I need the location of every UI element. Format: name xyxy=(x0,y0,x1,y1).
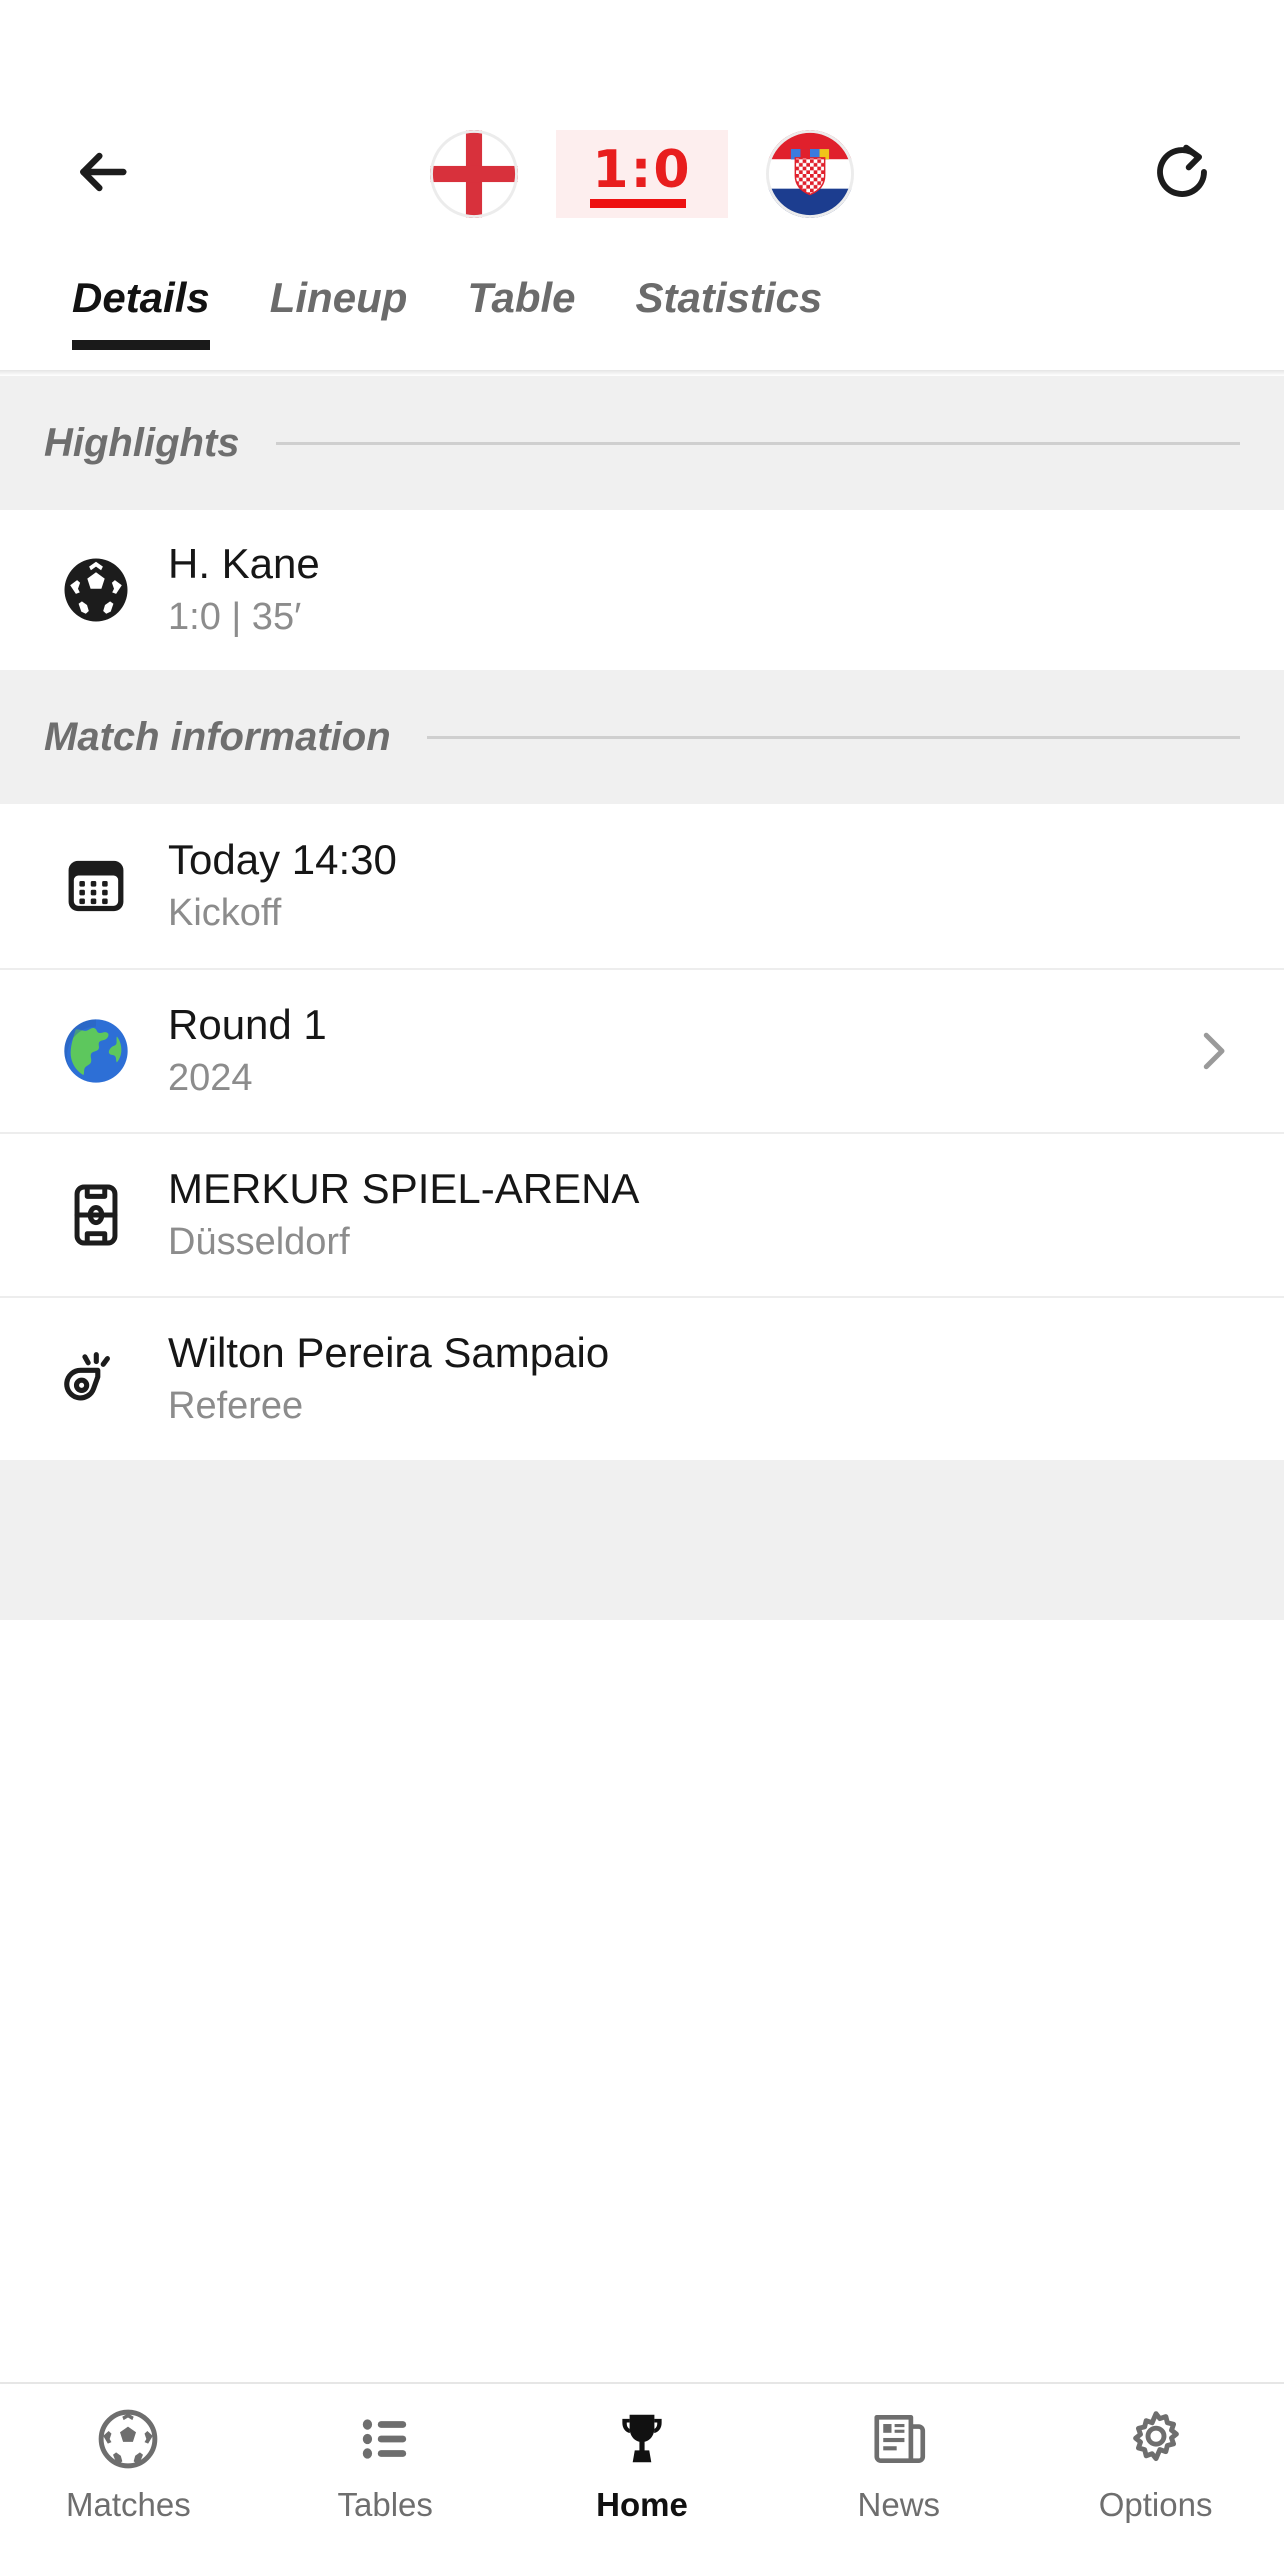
list-item-body: H. Kane 1:0 | 35′ xyxy=(148,539,1240,640)
refresh-icon xyxy=(1151,141,1213,208)
away-team-flag-croatia xyxy=(766,130,854,218)
list-item-subtitle: Referee xyxy=(168,1384,304,1427)
calendar-icon xyxy=(44,851,148,921)
list-item-referee[interactable]: Wilton Pereira Sampaio Referee xyxy=(0,1296,1284,1460)
highlights-list: H. Kane 1:0 | 35′ xyxy=(0,510,1284,670)
tab-statistics-label: Statistics xyxy=(635,274,823,321)
nav-label-options: Options xyxy=(1098,2486,1213,2523)
list-item-subtitle: 2024 xyxy=(168,1056,253,1099)
list-item-title: Wilton Pereira Sampaio xyxy=(168,1329,610,1377)
list-item-body: Today 14:30 Kickoff xyxy=(148,835,1240,936)
list-item-body: MERKUR SPIEL-ARENA Düsseldorf xyxy=(148,1164,1240,1265)
list-item-title: Round 1 xyxy=(168,1001,327,1049)
nav-item-news[interactable]: News xyxy=(770,2406,1027,2524)
tab-details[interactable]: Details xyxy=(42,248,240,350)
globe-icon xyxy=(44,1013,148,1089)
arrow-left-icon xyxy=(70,140,134,209)
nav-label-news: News xyxy=(857,2486,941,2523)
match-tabs: Details Lineup Table Statistics xyxy=(0,248,1284,370)
tab-lineup[interactable]: Lineup xyxy=(240,248,438,322)
nav-item-tables[interactable]: Tables xyxy=(257,2406,514,2524)
stadium-icon xyxy=(44,1180,148,1250)
home-team-flag-england xyxy=(430,130,518,218)
tab-lineup-label: Lineup xyxy=(269,274,408,321)
tab-table[interactable]: Table xyxy=(437,248,605,322)
section-title-highlights: Highlights xyxy=(44,420,240,465)
score-badge: 1:0 xyxy=(556,130,728,218)
list-item-title: Today 14:30 xyxy=(168,836,397,884)
section-rule xyxy=(426,735,1240,739)
list-item-title: MERKUR SPIEL-ARENA xyxy=(168,1165,640,1213)
list-item-title: H. Kane xyxy=(168,540,320,588)
nav-item-options[interactable]: Options xyxy=(1027,2406,1284,2524)
gear-icon xyxy=(1125,2406,1187,2472)
soccer-ball-icon xyxy=(97,2406,159,2472)
list-item-round[interactable]: Round 1 2024 xyxy=(0,968,1284,1132)
section-header-highlights: Highlights xyxy=(0,376,1284,510)
refresh-button[interactable] xyxy=(1136,128,1228,220)
list-item[interactable]: H. Kane 1:0 | 35′ xyxy=(0,510,1284,670)
newspaper-icon xyxy=(868,2406,930,2472)
list-item-body: Wilton Pereira Sampaio Referee xyxy=(148,1328,1240,1429)
nav-item-matches[interactable]: Matches xyxy=(0,2406,257,2524)
list-icon xyxy=(354,2406,416,2472)
match-header: 1:0 xyxy=(0,100,1284,248)
status-bar xyxy=(0,0,1284,100)
back-button[interactable] xyxy=(56,128,148,220)
scoreline: 1:0 xyxy=(430,130,854,218)
list-item-subtitle: 1:0 | 35′ xyxy=(168,595,302,638)
trophy-icon xyxy=(611,2406,673,2472)
nav-item-home[interactable]: Home xyxy=(514,2406,771,2524)
score-underline xyxy=(590,199,686,208)
tab-details-label: Details xyxy=(72,274,210,321)
section-rule xyxy=(275,441,1240,445)
section-title-match-information: Match information xyxy=(44,714,391,759)
tab-table-label: Table xyxy=(467,274,576,321)
content-filler xyxy=(0,1460,1284,1620)
nav-label-home: Home xyxy=(596,2486,688,2523)
whistle-icon xyxy=(44,1343,148,1415)
nav-label-tables: Tables xyxy=(337,2486,433,2523)
list-item-stadium[interactable]: MERKUR SPIEL-ARENA Düsseldorf xyxy=(0,1132,1284,1296)
section-header-match-information: Match information xyxy=(0,670,1284,804)
chevron-right-icon[interactable] xyxy=(1170,1024,1240,1078)
list-item-subtitle: Düsseldorf xyxy=(168,1220,350,1263)
bottom-navigation: Matches Tables Home News Options xyxy=(0,2382,1284,2568)
nav-label-matches: Matches xyxy=(66,2486,191,2523)
score-value: 1:0 xyxy=(592,140,692,200)
list-item-body: Round 1 2024 xyxy=(148,1000,1170,1101)
list-item-kickoff[interactable]: Today 14:30 Kickoff xyxy=(0,804,1284,968)
match-information-list: Today 14:30 Kickoff Round 1 2024 MERKUR … xyxy=(0,804,1284,1460)
soccer-ball-icon xyxy=(44,554,148,626)
tab-statistics[interactable]: Statistics xyxy=(606,248,853,322)
list-item-subtitle: Kickoff xyxy=(168,891,282,934)
